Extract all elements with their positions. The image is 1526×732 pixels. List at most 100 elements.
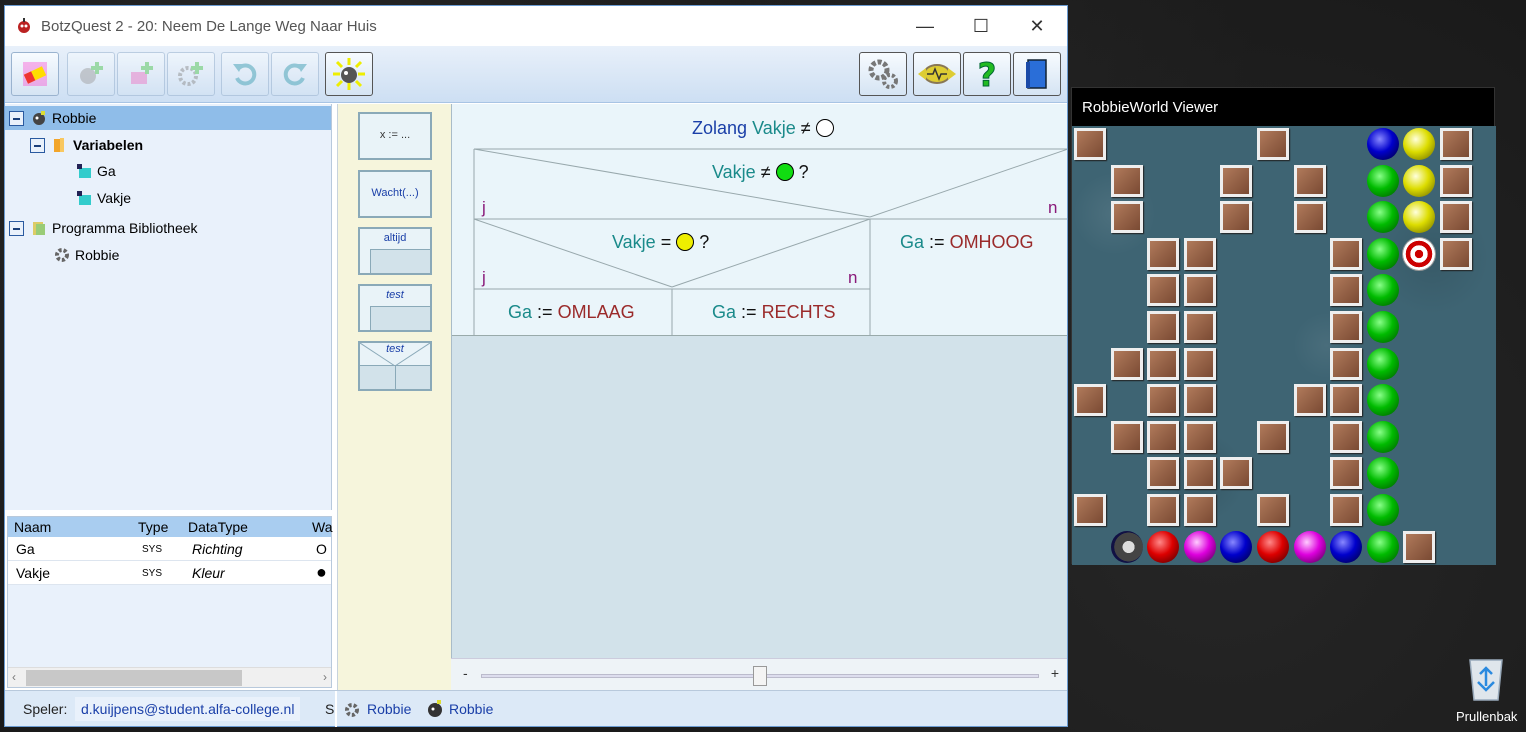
- assign-value: OMHOOG: [949, 232, 1034, 252]
- if-variable: Vakje: [612, 232, 656, 252]
- title-bar[interactable]: BotzQuest 2 - 20: Neem De Lange Weg Naar…: [5, 6, 1067, 46]
- palette-wait-block[interactable]: Wacht(...): [358, 170, 432, 218]
- if-condition-yellow[interactable]: Vakje = ?: [612, 232, 709, 253]
- wall-block: [1330, 384, 1363, 417]
- target-icon: [1403, 237, 1436, 270]
- redo-button[interactable]: [271, 52, 319, 96]
- eraser-button[interactable]: [11, 52, 59, 96]
- wall-block: [1220, 457, 1253, 490]
- if-condition-green[interactable]: Vakje ≠ ?: [712, 162, 809, 183]
- viewer-title[interactable]: RobbieWorld Viewer: [1072, 88, 1494, 126]
- undo-button[interactable]: [221, 52, 269, 96]
- add-gear-button[interactable]: [167, 52, 215, 96]
- blue-ball: [1330, 530, 1363, 563]
- yellow-color-icon: [676, 233, 695, 251]
- wall-block: [1183, 311, 1216, 343]
- gear-icon: [343, 701, 361, 722]
- tree-label: Ga: [97, 163, 116, 179]
- status-link-library-robbie[interactable]: Robbie: [367, 701, 411, 717]
- assign-value: OMLAAG: [557, 302, 635, 322]
- scrollbar-thumb[interactable]: [26, 670, 242, 686]
- zoom-in-button[interactable]: +: [1051, 665, 1059, 681]
- if-yes-label: j: [482, 268, 486, 287]
- cell-waarde: ●: [316, 562, 327, 582]
- wall-block: [1110, 201, 1143, 234]
- player-value: d.kuijpens@student.alfa-college.nl: [75, 697, 301, 721]
- connect-button[interactable]: [913, 52, 961, 96]
- zoom-bar: - +: [451, 658, 1067, 690]
- wall-block: [1110, 420, 1143, 453]
- wall-block: [1183, 347, 1216, 380]
- wall-block: [1183, 457, 1216, 490]
- tree-item-library-robbie[interactable]: Robbie: [53, 243, 119, 267]
- program-editor[interactable]: Zolang Vakje ≠ Vakje ≠ ? j n Vakje = ? j: [451, 104, 1067, 658]
- scroll-right-icon[interactable]: ›: [323, 670, 327, 684]
- maximize-button[interactable]: ☐: [953, 6, 1009, 46]
- table-row[interactable]: Ga SYS Richting O: [8, 537, 331, 561]
- table-row[interactable]: Vakje SYS Kleur ●: [8, 561, 331, 585]
- tree-item-variabelen[interactable]: Variabelen: [30, 133, 143, 157]
- assign-omhoog[interactable]: Ga := OMHOOG: [900, 232, 1034, 253]
- if-no-label: n: [848, 268, 858, 287]
- collapse-toggle[interactable]: [30, 137, 45, 153]
- scroll-left-icon[interactable]: ‹: [12, 670, 16, 684]
- palette-assign-label: x := ...: [379, 129, 411, 141]
- close-button[interactable]: ✕: [1009, 6, 1065, 46]
- zoom-slider-thumb[interactable]: [753, 666, 767, 686]
- zoom-out-button[interactable]: -: [463, 665, 468, 681]
- status-link-robbie[interactable]: Robbie: [449, 701, 493, 717]
- red-ball: [1257, 530, 1289, 563]
- wall-block: [1440, 128, 1472, 160]
- assign-operator: :=: [741, 302, 757, 322]
- wall-block: [1183, 274, 1216, 307]
- recycle-bin[interactable]: Prullenbak: [1456, 656, 1518, 724]
- undo-icon: [233, 63, 257, 86]
- wall-block: [1403, 530, 1436, 563]
- status-cut-text: S: [325, 701, 335, 717]
- run-button[interactable]: [325, 52, 373, 96]
- if-no-label: n: [1048, 198, 1058, 217]
- minimize-button[interactable]: —: [897, 6, 953, 46]
- collapse-toggle[interactable]: [9, 220, 24, 236]
- add-group-button[interactable]: [117, 52, 165, 96]
- column-header-waarde[interactable]: Wa: [312, 519, 332, 535]
- wall-block: [1220, 164, 1253, 197]
- assign-variable: Ga: [508, 302, 533, 322]
- horizontal-scrollbar[interactable]: ‹ ›: [8, 667, 331, 687]
- wall-block: [1110, 347, 1143, 380]
- wall-block: [1440, 201, 1472, 234]
- wall-block: [1440, 164, 1472, 197]
- palette-test-block[interactable]: test: [358, 284, 432, 332]
- settings-button[interactable]: [859, 52, 907, 96]
- wall-block: [1183, 494, 1216, 526]
- palette-assign-block[interactable]: x := ...: [358, 112, 432, 160]
- help-button[interactable]: ?: [963, 52, 1011, 96]
- palette-ifelse-block[interactable]: test: [358, 341, 432, 391]
- palette-loop-label: altijd: [383, 232, 407, 244]
- if-question: ?: [798, 162, 809, 182]
- book-button[interactable]: [1013, 52, 1061, 96]
- recycle-bin-label: Prullenbak: [1456, 709, 1518, 724]
- while-header[interactable]: Zolang Vakje ≠: [692, 118, 834, 139]
- column-header-type[interactable]: Type: [138, 519, 168, 535]
- svg-text:?: ?: [978, 57, 997, 91]
- tree-item-robbie[interactable]: Robbie: [5, 106, 331, 130]
- column-header-datatype[interactable]: DataType: [188, 519, 248, 535]
- add-robot-icon: [80, 62, 103, 84]
- wall-block: [1074, 384, 1106, 417]
- assign-omlaag[interactable]: Ga := OMLAAG: [508, 302, 635, 323]
- toolbar: ?: [5, 46, 1067, 103]
- assign-rechts[interactable]: Ga := RECHTS: [712, 302, 836, 323]
- while-variable: Vakje: [752, 118, 796, 138]
- add-robot-button[interactable]: [67, 52, 115, 96]
- collapse-toggle[interactable]: [9, 110, 24, 126]
- tree-item-variable-vakje[interactable]: Vakje: [75, 186, 131, 210]
- palette-test-body: [370, 306, 430, 330]
- tree-item-variable-ga[interactable]: Ga: [75, 159, 116, 183]
- palette-loop-block[interactable]: altijd: [358, 227, 432, 275]
- wall-block: [1183, 420, 1216, 453]
- wall-block: [1220, 201, 1253, 234]
- tree-item-library[interactable]: Programma Bibliotheek: [9, 216, 198, 240]
- column-header-naam[interactable]: Naam: [14, 519, 51, 535]
- wall-block: [1330, 347, 1363, 380]
